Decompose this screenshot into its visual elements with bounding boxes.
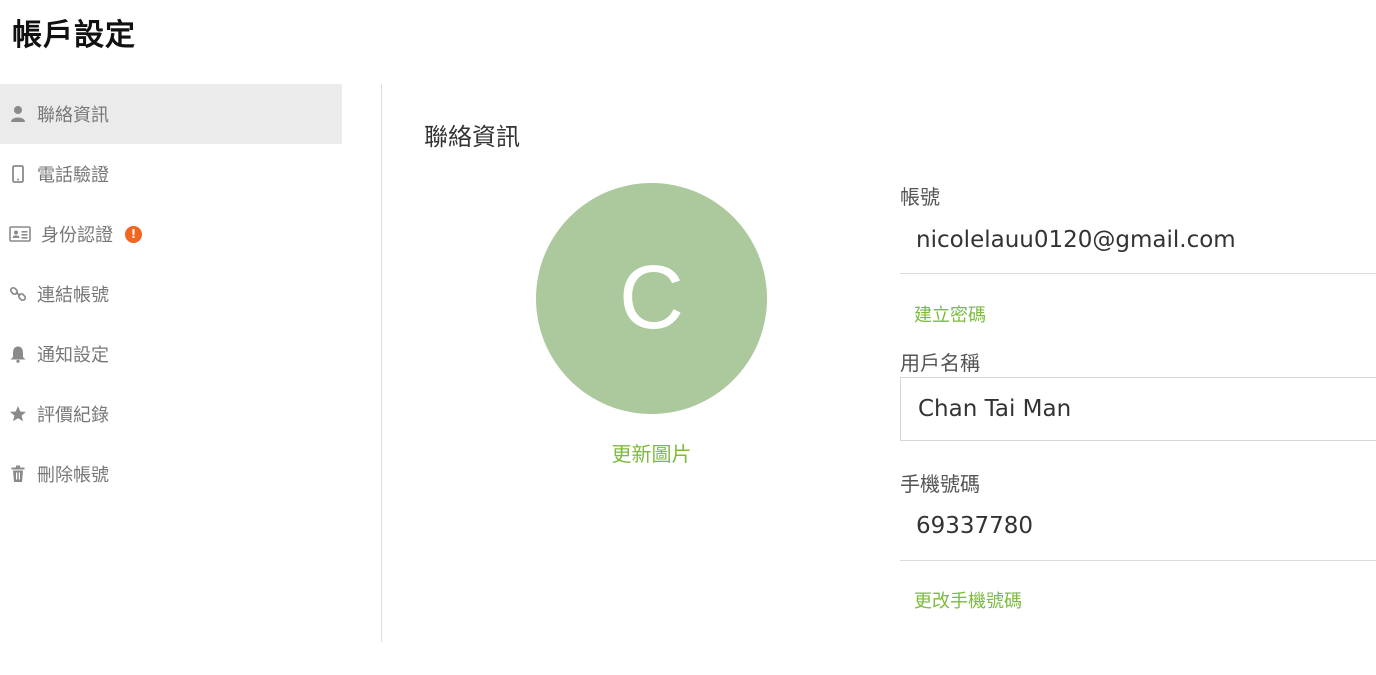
update-photo-link[interactable]: 更新圖片 [536,438,767,467]
sidebar-item-linked-accounts[interactable]: 連結帳號 [0,264,342,324]
change-phone-link[interactable]: 更改手機號碼 [914,587,1022,613]
star-icon [9,405,27,423]
create-password-link[interactable]: 建立密碼 [914,301,986,327]
account-label: 帳號 [900,185,940,209]
sidebar: 聯絡資訊 電話驗證 身份認證 ! 連結帳號 通知設定 評價紀錄 刪除帳號 [0,84,342,504]
avatar-initial: C [619,248,684,348]
sidebar-item-identity-verification[interactable]: 身份認證 ! [0,204,342,264]
sidebar-item-notification-settings[interactable]: 通知設定 [0,324,342,384]
sidebar-item-label: 身份認證 [41,225,113,246]
phone-number-value: 69337780 [900,513,1376,561]
warning-badge-icon: ! [125,225,142,243]
phone-label: 手機號碼 [900,472,980,496]
username-label: 用戶名稱 [900,351,980,375]
sidebar-item-reviews[interactable]: 評價紀錄 [0,384,342,444]
account-settings-page: 帳戶設定 聯絡資訊 電話驗證 身份認證 ! 連結帳號 通知設定 評價紀錄 刪除帳… [0,0,1376,675]
sidebar-item-label: 電話驗證 [37,165,109,186]
sidebar-item-phone-verification[interactable]: 電話驗證 [0,144,342,204]
sidebar-item-label: 聯絡資訊 [37,105,109,126]
sidebar-item-label: 通知設定 [37,345,109,366]
avatar: C [536,183,767,414]
sidebar-item-label: 評價紀錄 [37,405,109,426]
sidebar-item-label: 連結帳號 [37,285,109,306]
sidebar-item-contact-info[interactable]: 聯絡資訊 [0,84,342,144]
section-title: 聯絡資訊 [424,123,520,151]
phone-icon [9,165,27,183]
sidebar-item-label: 刪除帳號 [37,465,109,486]
id-card-icon [9,225,31,243]
bell-icon [9,345,27,363]
trash-icon [9,465,27,483]
user-icon [9,105,27,123]
sidebar-item-delete-account[interactable]: 刪除帳號 [0,444,342,504]
page-title: 帳戶設定 [12,18,136,53]
account-email-value: nicolelauu0120@gmail.com [900,227,1376,274]
username-input[interactable] [900,377,1376,441]
link-icon [9,285,27,303]
vertical-divider [381,84,382,642]
